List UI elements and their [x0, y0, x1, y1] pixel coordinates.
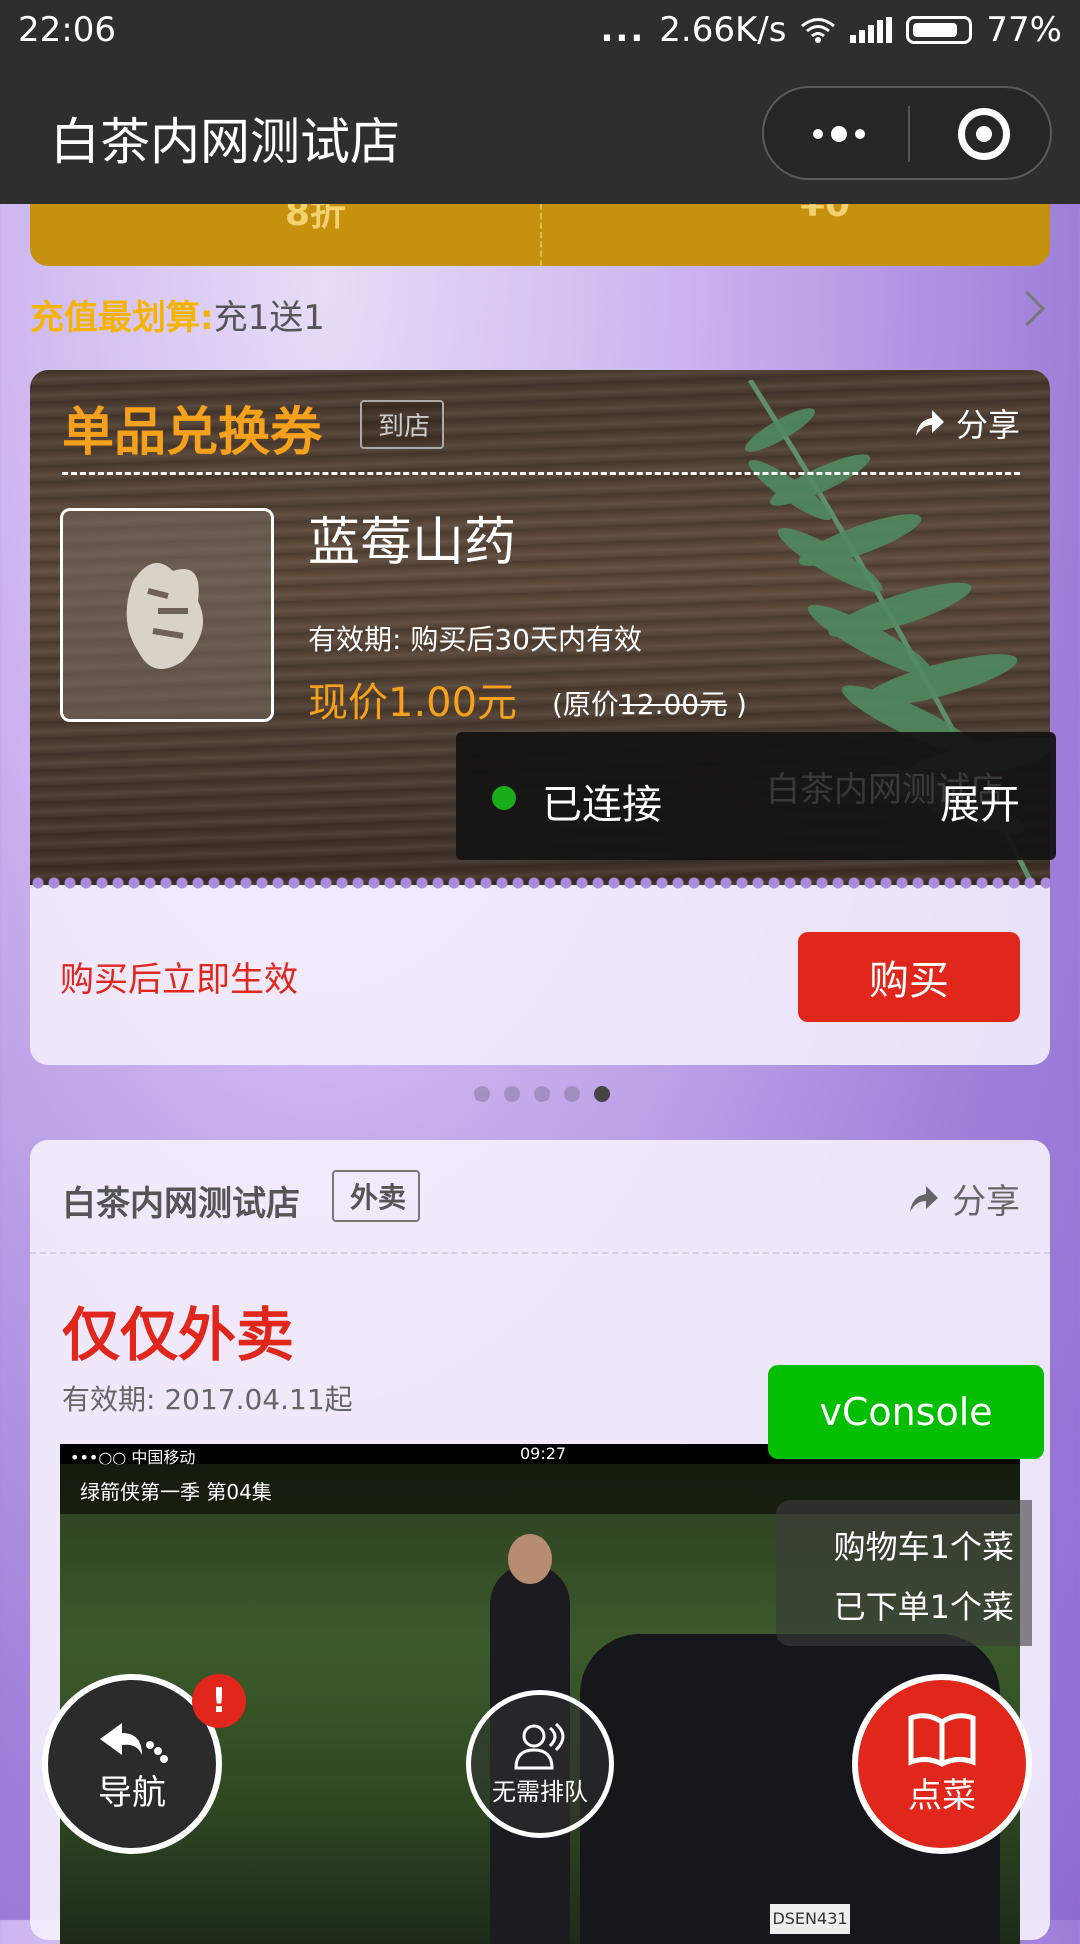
chevron-right-icon [1009, 290, 1046, 327]
takeout-dashed-divider [30, 1252, 1050, 1254]
expand-button[interactable]: 展开 [940, 772, 1020, 830]
capsule-menu [762, 86, 1052, 180]
effect-note: 购买后立即生效 [60, 960, 298, 1000]
no-queue-label: 无需排队 [492, 1777, 588, 1806]
voucher-title: 单品兑换券 [62, 403, 323, 463]
capsule-divider [908, 106, 910, 162]
current-price: 现价1.00元 [308, 680, 518, 726]
vconsole-button[interactable]: vConsole [768, 1365, 1044, 1459]
connection-toast: 白茶内网测试店 已连接 展开 [456, 732, 1056, 860]
license-plate: DSEN431 [770, 1904, 850, 1934]
takeout-title: 仅仅外卖 [62, 1301, 295, 1369]
status-right-group: ... 2.66K/s 77% [601, 10, 1063, 50]
pager-dot[interactable] [534, 1086, 550, 1102]
voucher-validity: 有效期: 购买后30天内有效 [308, 623, 642, 656]
balance-value: ¥0 [800, 204, 851, 225]
navigation-label: 导航 [98, 1772, 166, 1813]
product-name: 蓝莓山药 [308, 513, 517, 573]
pager-dot[interactable] [474, 1086, 490, 1102]
share-icon [915, 410, 944, 436]
member-card-strip: 8折 ¥0 [30, 204, 1050, 266]
signal-icon [850, 17, 893, 43]
more-options-icon[interactable] [804, 114, 874, 154]
recharge-highlight: 充值最划算: [30, 298, 214, 338]
shop-name: 白茶内网测试店 [62, 1184, 300, 1224]
people-icon [514, 1722, 565, 1769]
voucher-dashed-divider [62, 472, 1020, 475]
ordered-count: 已下单1个菜 [833, 1588, 1014, 1626]
recharge-promo-row[interactable]: 充值最划算:充1送1 [30, 290, 1050, 340]
takeout-share-button[interactable]: 分享 [906, 1174, 1020, 1223]
share-label: 分享 [952, 1182, 1020, 1222]
pager-dot[interactable] [564, 1086, 580, 1102]
battery-percent: 77% [986, 10, 1062, 50]
share-label: 分享 [955, 406, 1020, 444]
mini-program-header: 白茶内网测试店 [0, 62, 1080, 204]
cart-summary-panel[interactable]: 购物车1个菜 已下单1个菜 [776, 1500, 1032, 1646]
discount-value: 8折 [285, 204, 347, 234]
page-title: 白茶内网测试店 [50, 113, 400, 171]
status-time: 22:06 [18, 10, 116, 50]
close-mini-program-icon[interactable] [958, 108, 1010, 160]
network-speed: 2.66K/s [659, 10, 787, 50]
navigation-icon [100, 1722, 168, 1763]
card-divider [540, 204, 542, 266]
recharge-text: 充1送1 [213, 298, 325, 338]
status-bar: 22:06 ... 2.66K/s 77% [0, 0, 1080, 62]
ticket-edge [30, 875, 1050, 891]
order-dishes-button[interactable]: 点菜 [852, 1674, 1032, 1854]
pager-dot[interactable] [504, 1086, 520, 1102]
connection-status: 已连接 [542, 782, 662, 828]
shop-logo-icon [126, 563, 203, 669]
battery-icon [906, 16, 973, 44]
order-dishes-label: 点菜 [908, 1775, 976, 1816]
wifi-icon [801, 18, 836, 43]
buy-button[interactable]: 购买 [798, 932, 1020, 1022]
takeout-validity: 有效期: 2017.04.11起 [62, 1383, 353, 1416]
connected-dot-icon [492, 786, 516, 810]
voucher-card: 单品兑换券 到店 分享 蓝莓山药 有效期: 购买后30天内有效 现价1.00元 … [30, 370, 1050, 1065]
carousel-pager [474, 1086, 610, 1102]
book-icon [908, 1712, 976, 1767]
status-dots: ... [600, 10, 646, 50]
original-price: (原价12.00元 ) [552, 688, 747, 721]
takeout-tag: 外卖 [332, 1170, 421, 1222]
no-queue-button[interactable]: 无需排队 [466, 1690, 614, 1838]
cart-count: 购物车1个菜 [833, 1528, 1014, 1566]
product-thumbnail [60, 508, 274, 722]
notification-badge: ! [192, 1674, 246, 1728]
voucher-type-tag: 到店 [360, 400, 445, 449]
pager-dot-active[interactable] [594, 1086, 610, 1102]
share-icon [910, 1185, 938, 1212]
voucher-share-button[interactable]: 分享 [912, 400, 1020, 446]
